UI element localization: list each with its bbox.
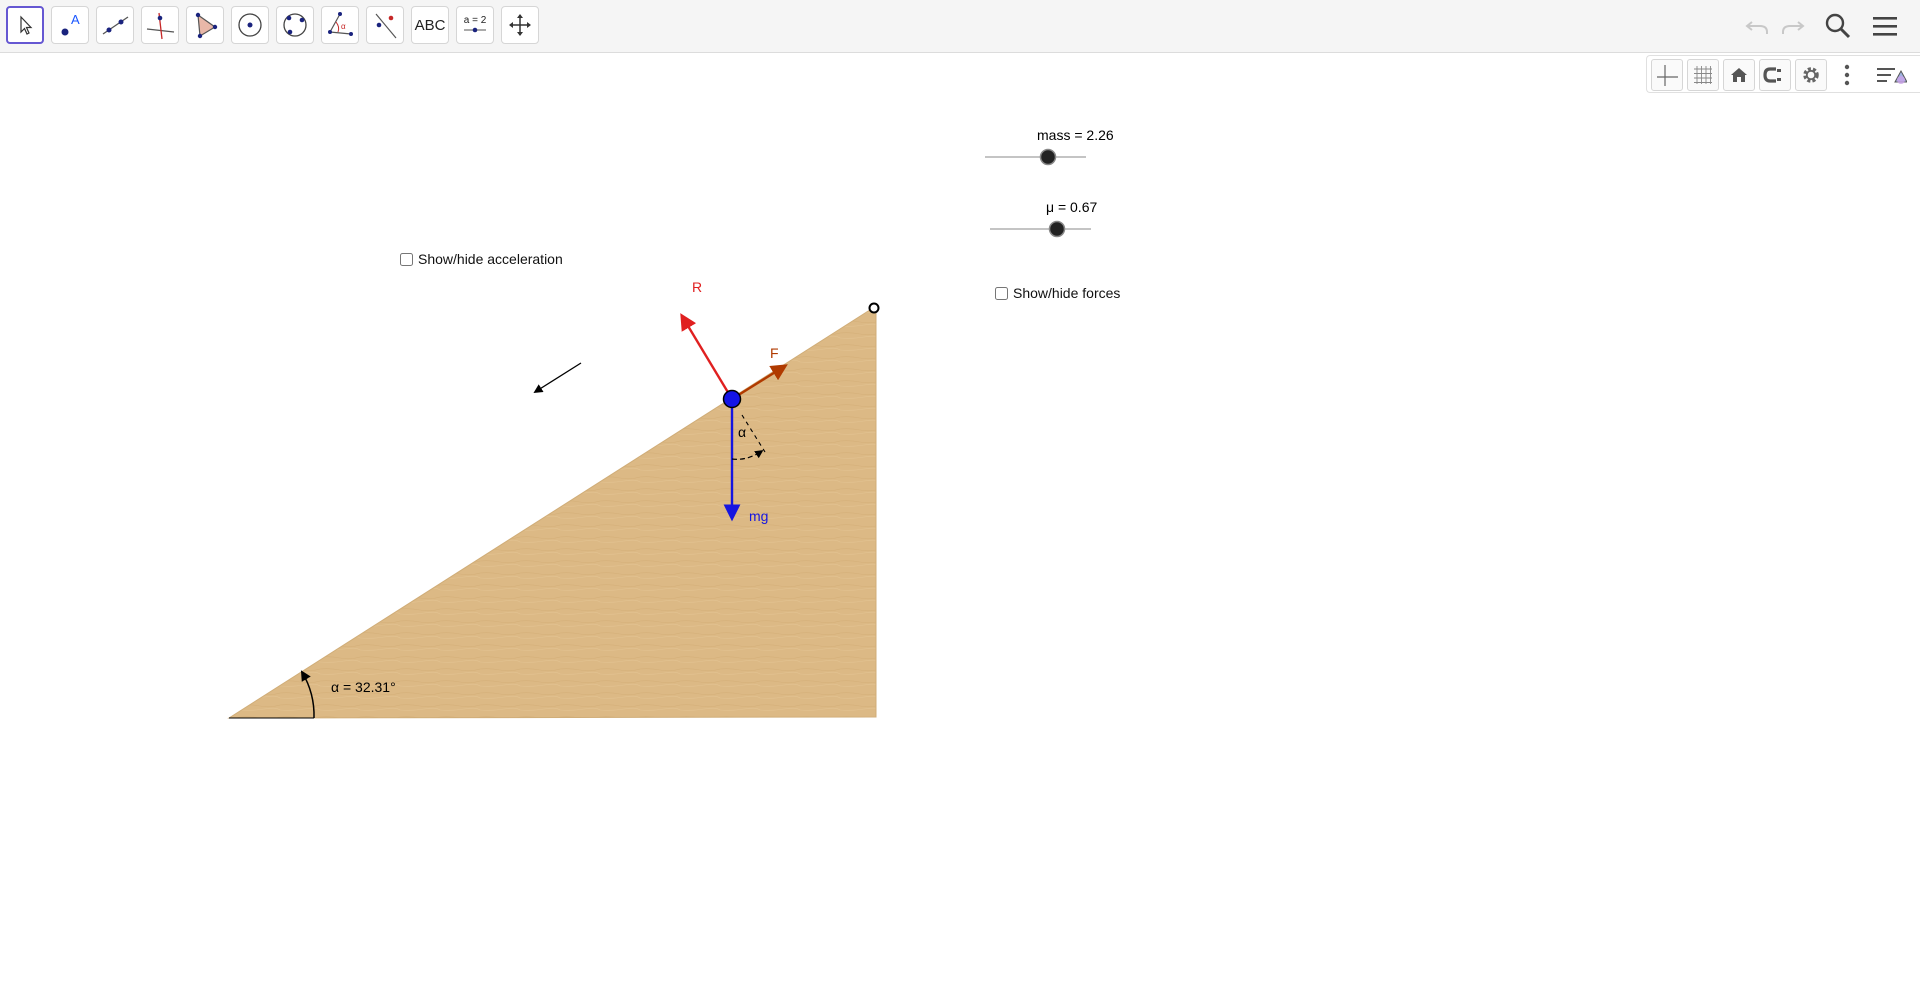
plane-apex-point[interactable] [868, 302, 880, 314]
move-tool[interactable] [6, 6, 44, 44]
move-graphics-view-icon [509, 14, 531, 36]
move-graphics-tool[interactable] [501, 6, 539, 44]
undo-icon [1745, 21, 1768, 34]
point-icon: A [61, 12, 80, 36]
graphics-view[interactable] [0, 53, 1920, 990]
angle-tool[interactable]: α [321, 6, 359, 44]
redo-icon [1782, 21, 1805, 34]
friction-force-label: F [770, 345, 779, 361]
mu-slider-label: μ = 0.67 [1046, 199, 1098, 215]
circle-center-point-icon [238, 13, 262, 37]
slider-icon: a = 2 [462, 16, 488, 34]
undo-button[interactable] [1739, 8, 1775, 44]
svg-text:α: α [341, 22, 346, 31]
toolbar: A α ABC a = 2 [0, 0, 1920, 53]
reaction-force-label: R [692, 279, 703, 295]
slider-tool[interactable]: a = 2 [456, 6, 494, 44]
mass-slider-handle[interactable] [1039, 148, 1057, 166]
acceleration-toggle[interactable]: Show/hide acceleration [400, 251, 563, 267]
polygon-tool[interactable] [186, 6, 224, 44]
reflect-about-line-icon [375, 13, 397, 39]
acceleration-checkbox[interactable] [400, 252, 413, 266]
forces-checkbox[interactable] [995, 286, 1008, 300]
inner-angle-label: α [738, 424, 747, 440]
angle-icon: α [328, 12, 353, 36]
ellipse-tool[interactable] [276, 6, 314, 44]
acceleration-arrow [533, 362, 582, 393]
main-menu-button[interactable] [1867, 8, 1903, 44]
menu-icon [1873, 17, 1897, 36]
block-point[interactable] [722, 389, 742, 409]
forces-checkbox-label: Show/hide forces [1013, 285, 1121, 301]
acceleration-checkbox-label: Show/hide acceleration [418, 251, 563, 267]
perpendicular-line-icon [146, 12, 175, 40]
pointer-arrow-icon [20, 15, 33, 35]
slider-tool-label: a = 2 [463, 15, 487, 26]
forces-toggle[interactable]: Show/hide forces [995, 285, 1120, 301]
line-icon [102, 16, 129, 35]
text-tool-label: ABC [414, 16, 446, 34]
mu-slider[interactable] [990, 220, 1091, 238]
weight-force-label: mg [749, 508, 769, 524]
line-tool[interactable] [96, 6, 134, 44]
reflect-tool[interactable] [366, 6, 404, 44]
point-tool[interactable]: A [51, 6, 89, 44]
search-button[interactable] [1820, 8, 1856, 44]
polygon-icon [195, 12, 218, 39]
text-tool[interactable]: ABC [411, 6, 449, 44]
circle-three-points-icon [283, 13, 307, 37]
mass-slider-label: mass = 2.26 [1037, 127, 1114, 143]
base-angle-label: α = 32.31° [331, 679, 396, 695]
circle-tool[interactable] [231, 6, 269, 44]
redo-button[interactable] [1775, 8, 1811, 44]
mass-slider[interactable] [985, 148, 1086, 166]
mu-slider-handle[interactable] [1048, 220, 1066, 238]
svg-text:A: A [71, 12, 80, 27]
reaction-force-arrow [680, 313, 734, 400]
perpendicular-tool[interactable] [141, 6, 179, 44]
search-icon [1825, 13, 1851, 39]
